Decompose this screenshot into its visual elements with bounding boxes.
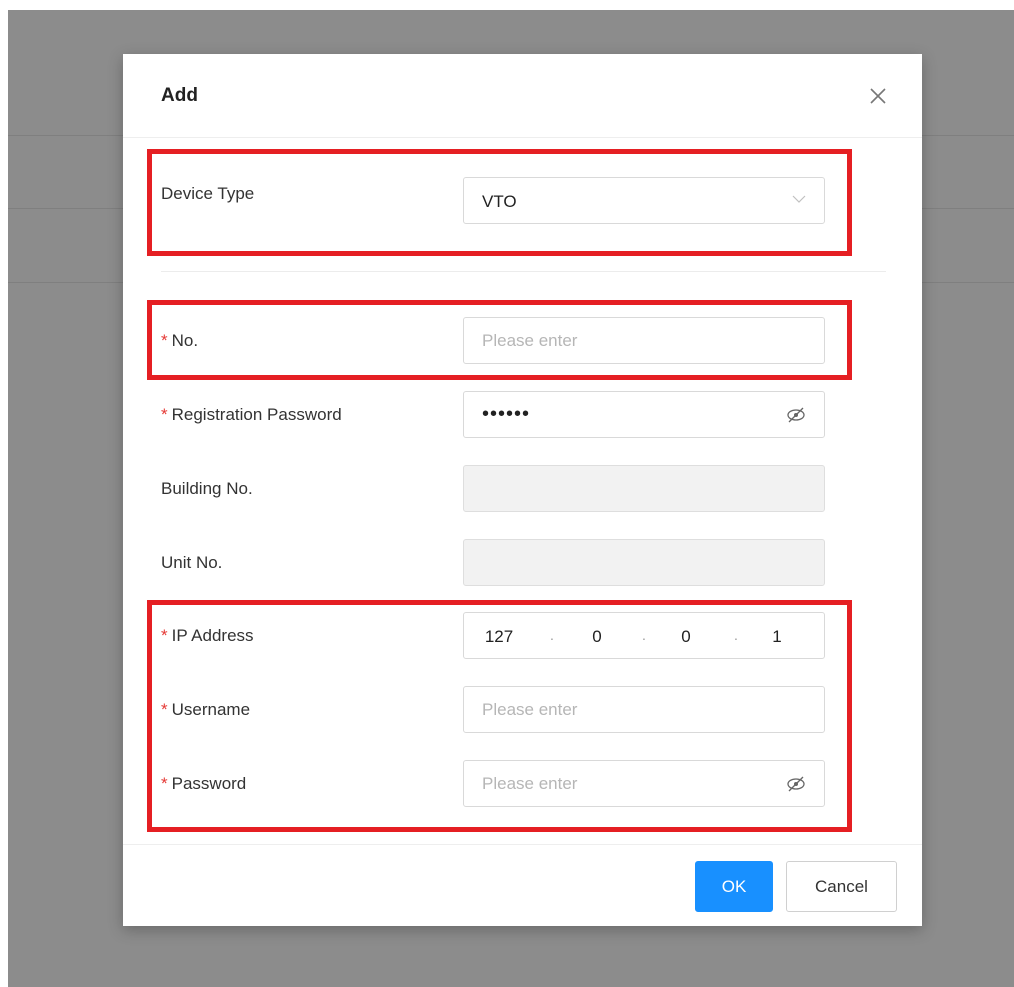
- chevron-down-icon: [792, 195, 806, 203]
- ip-address-label: * IP Address: [161, 626, 254, 645]
- ip-address-field[interactable]: 127 . 0 . 0 . 1: [463, 612, 825, 659]
- no-input[interactable]: [464, 318, 824, 363]
- ip-octet-3[interactable]: 0: [666, 627, 706, 647]
- device-type-value: VTO: [482, 192, 517, 211]
- add-device-dialog: Add Device Type VTO *No. *Registration P…: [123, 54, 922, 926]
- unit-no-label: Unit No.: [161, 553, 223, 572]
- required-marker: *: [161, 626, 168, 645]
- no-label: * No.: [161, 331, 199, 350]
- ip-octet-2[interactable]: 0: [577, 627, 617, 647]
- ok-button[interactable]: OK: [695, 861, 773, 912]
- required-marker: *: [161, 774, 168, 793]
- building-no-field: [463, 465, 825, 512]
- password-field: [463, 760, 825, 807]
- footer-divider: [123, 844, 922, 845]
- unit-no-field: [463, 539, 825, 586]
- ip-separator: .: [550, 627, 554, 643]
- device-type-select[interactable]: VTO: [463, 177, 825, 224]
- required-marker: *: [161, 700, 168, 719]
- close-icon[interactable]: [866, 84, 890, 108]
- username-input[interactable]: [464, 687, 824, 732]
- section-divider: [161, 271, 886, 272]
- ip-separator: .: [642, 627, 646, 643]
- dialog-title: Add: [161, 85, 198, 106]
- ip-octet-4[interactable]: 1: [757, 627, 797, 647]
- ip-separator: .: [734, 627, 738, 643]
- required-marker: *: [161, 331, 168, 350]
- eye-off-icon[interactable]: [786, 775, 806, 793]
- device-type-label: Device Type: [161, 184, 255, 203]
- no-field: [463, 317, 825, 364]
- required-marker: *: [161, 405, 168, 424]
- registration-password-label: * Registration Password: [161, 405, 342, 424]
- cancel-button[interactable]: Cancel: [786, 861, 897, 912]
- registration-password-value: ••••••: [482, 403, 531, 425]
- password-label: * Password: [161, 774, 247, 793]
- username-field: [463, 686, 825, 733]
- eye-off-icon[interactable]: [786, 406, 806, 424]
- dialog-header: Add: [123, 54, 922, 138]
- ip-octet-1[interactable]: 127: [479, 627, 519, 647]
- password-input[interactable]: [464, 761, 824, 806]
- building-no-label: Building No.: [161, 479, 253, 498]
- username-label: * Username: [161, 700, 251, 719]
- registration-password-field[interactable]: ••••••: [463, 391, 825, 438]
